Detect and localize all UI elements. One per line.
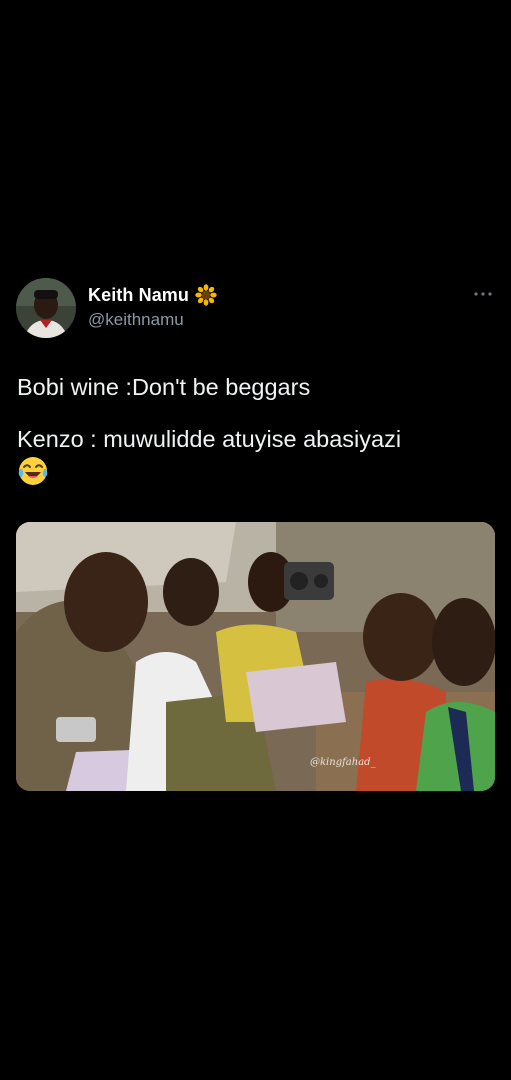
- photo-icon: [16, 522, 495, 791]
- media-watermark: @kingfahad_: [310, 757, 376, 768]
- avatar-portrait-icon: [16, 278, 76, 338]
- more-options-button[interactable]: [470, 286, 496, 302]
- tweet-text-line: Kenzo : muwulidde atuyise abasiyazi: [17, 426, 402, 452]
- author-name-row: Keith Namu: [88, 284, 217, 306]
- tweet-media-photo[interactable]: @kingfahad_: [16, 522, 495, 791]
- more-horizontal-icon: [474, 292, 492, 296]
- author-avatar[interactable]: [16, 278, 76, 338]
- tweet-text-line: Bobi wine :Don't be beggars: [17, 374, 311, 400]
- sunflower-icon: [195, 284, 217, 306]
- tweet: Keith Namu @keithnamu Bobi wine :Don't b…: [0, 0, 511, 1080]
- author-handle[interactable]: @keithnamu: [88, 310, 184, 330]
- tears-of-joy-emoji-icon: [18, 457, 48, 485]
- author-display-name[interactable]: Keith Namu: [88, 285, 189, 306]
